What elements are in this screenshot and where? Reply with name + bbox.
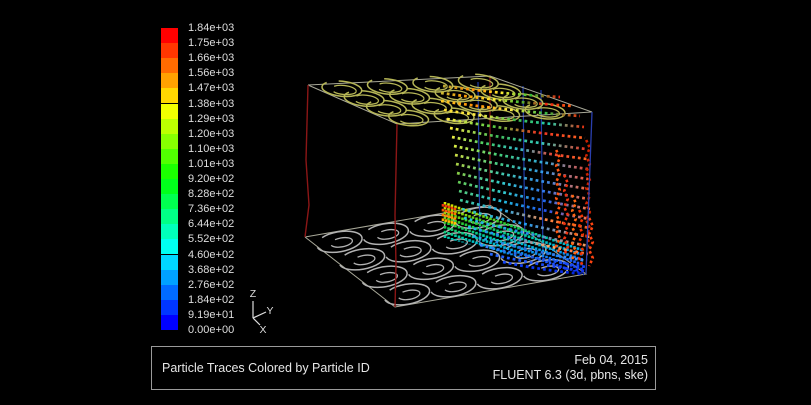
colormap-label: 1.01e+03: [188, 157, 234, 171]
colormap-band: [161, 73, 178, 88]
colormap-label: 1.38e+03: [188, 97, 234, 111]
box-front-edge: [395, 124, 397, 307]
colormap-band: [161, 285, 178, 300]
colormap-band: [161, 149, 178, 164]
bottom-coil: [430, 229, 479, 257]
colormap-label: 5.52e+02: [188, 232, 234, 246]
colormap-band: [161, 28, 178, 43]
graphics-viewport-3d[interactable]: ZYX: [0, 0, 811, 405]
top-coil-inner: [375, 104, 401, 116]
colormap-label: 8.28e+02: [188, 187, 234, 201]
colormap-band: [161, 209, 178, 224]
colormap-label: 1.75e+03: [188, 36, 234, 50]
bottom-coil-inner: [467, 255, 490, 268]
colormap-band: [161, 239, 178, 254]
bottom-coil-inner: [399, 246, 422, 259]
bottom-coil-inner: [444, 281, 467, 294]
colormap-label: 3.68e+02: [188, 263, 234, 277]
bottom-coil: [452, 247, 501, 275]
colormap-label: 1.56e+03: [188, 66, 234, 80]
top-coil-inner: [376, 82, 402, 94]
colormap-label: 1.66e+03: [188, 51, 234, 65]
bottom-coil-inner: [375, 271, 398, 284]
colormap-label: 1.29e+03: [188, 112, 234, 126]
top-coil-inner: [467, 77, 493, 89]
colormap-label: 0.00e+00: [188, 323, 234, 337]
colormap-band: [161, 58, 178, 73]
colormap-label: 7.36e+02: [188, 202, 234, 216]
box-right-edge: [586, 112, 592, 274]
bottom-coil: [429, 272, 478, 300]
bottom-coil-inner: [397, 289, 420, 302]
colormap-label: 1.84e+03: [188, 21, 234, 35]
bottom-coil: [475, 264, 524, 292]
colormap-label: 1.10e+03: [188, 142, 234, 156]
caption-bar: Particle Traces Colored by Particle ID F…: [151, 346, 656, 390]
box-left-edge: [305, 85, 309, 237]
top-coil-inner: [399, 92, 425, 104]
top-coil-inner: [421, 101, 447, 113]
bottom-coil-inner: [421, 263, 444, 276]
bottom-coil: [384, 237, 433, 265]
fluent-graphics-window: ZYX 1.84e+031.75e+031.66e+031.56e+031.47…: [0, 0, 811, 405]
caption-title: Particle Traces Colored by Particle ID: [162, 361, 370, 375]
bottom-coil-inner: [422, 220, 445, 233]
colormap-band: [161, 315, 178, 330]
caption-app-version: FLUENT 6.3 (3d, pbns, ske): [493, 368, 648, 383]
top-coil-inner: [331, 84, 357, 96]
colormap-label: 4.60e+02: [188, 248, 234, 262]
colormap-legend: 1.84e+031.75e+031.66e+031.56e+031.47e+03…: [161, 28, 271, 348]
bottom-coil: [360, 263, 409, 291]
colormap-band: [161, 119, 178, 134]
bottom-coil: [315, 228, 364, 256]
bottom-coil: [337, 245, 386, 273]
colormap-band: [161, 43, 178, 58]
colormap-band: [161, 104, 178, 119]
colormap-band: [161, 255, 178, 270]
caption-meta: Feb 04, 2015 FLUENT 6.3 (3d, pbns, ske): [493, 353, 648, 383]
bottom-coil-inner: [352, 254, 375, 267]
colormap-band: [161, 270, 178, 285]
colormap-band: [161, 179, 178, 194]
particle-trace-streak: [564, 175, 568, 255]
colormap-band: [161, 88, 178, 103]
colormap-label: 2.76e+02: [188, 278, 234, 292]
colormap-band: [161, 194, 178, 209]
colormap-label: 1.47e+03: [188, 81, 234, 95]
particle-trace-streak: [572, 195, 576, 259]
bottom-coil: [382, 280, 431, 308]
bottom-coil-inner: [330, 236, 353, 249]
colormap-band: [161, 164, 178, 179]
bottom-coil: [361, 220, 410, 248]
top-coil-inner: [353, 94, 379, 106]
particle-trace-row: [444, 110, 584, 127]
colormap-band: [161, 300, 178, 315]
caption-date: Feb 04, 2015: [493, 353, 648, 368]
colormap-label: 1.20e+03: [188, 127, 234, 141]
bottom-coil: [406, 255, 455, 283]
colormap-band: [161, 224, 178, 239]
colormap-label: 6.44e+02: [188, 217, 234, 231]
bottom-coil-inner: [490, 273, 513, 286]
colormap-label: 9.19e+01: [188, 308, 234, 322]
colormap-label: 9.20e+02: [188, 172, 234, 186]
colormap-band: [161, 134, 178, 149]
colormap-label: 1.84e+02: [188, 293, 234, 307]
